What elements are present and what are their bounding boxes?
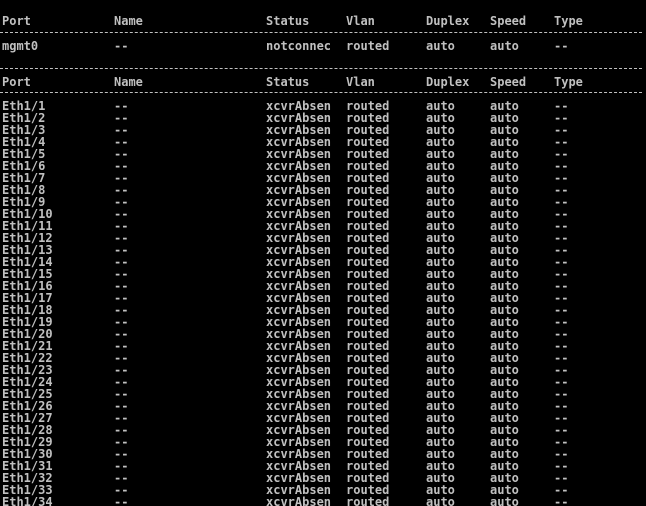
speed-cell: auto [490, 495, 519, 506]
mgmt-table-header: Port Name Status Vlan Duplex Speed Type [0, 15, 646, 27]
header-status: Status [266, 14, 310, 28]
header-type: Type [554, 14, 583, 28]
port-cell: Eth1/34 [2, 495, 53, 506]
table-row: mgmt0 -- notconnec routed auto auto -- [0, 40, 646, 52]
header-duplex: Duplex [426, 14, 470, 28]
separator-line [0, 68, 642, 69]
eth-table-header: Port Name Status Vlan Duplex Speed Type [0, 76, 646, 88]
status-cell: notconnec [266, 39, 332, 53]
duplex-cell: auto [426, 495, 455, 506]
separator-line [0, 92, 642, 93]
header-status: Status [266, 75, 310, 89]
name-cell: -- [114, 495, 129, 506]
name-cell: -- [114, 39, 129, 53]
duplex-cell: auto [426, 39, 455, 53]
header-name: Name [114, 75, 143, 89]
header-name: Name [114, 14, 143, 28]
header-speed: Speed [490, 75, 527, 89]
type-cell: -- [554, 495, 569, 506]
port-cell: mgmt0 [2, 39, 39, 53]
header-duplex: Duplex [426, 75, 470, 89]
separator-line [0, 32, 642, 33]
header-port: Port [2, 14, 31, 28]
header-port: Port [2, 75, 31, 89]
header-speed: Speed [490, 14, 527, 28]
table-row: Eth1/34 -- xcvrAbsen routed auto auto -- [0, 496, 646, 506]
status-cell: xcvrAbsen [266, 495, 332, 506]
header-type: Type [554, 75, 583, 89]
terminal-window[interactable]: Port Name Status Vlan Duplex Speed Type … [0, 0, 646, 506]
speed-cell: auto [490, 39, 519, 53]
header-vlan: Vlan [346, 75, 375, 89]
type-cell: -- [554, 39, 569, 53]
vlan-cell: routed [346, 39, 390, 53]
header-vlan: Vlan [346, 14, 375, 28]
vlan-cell: routed [346, 495, 390, 506]
